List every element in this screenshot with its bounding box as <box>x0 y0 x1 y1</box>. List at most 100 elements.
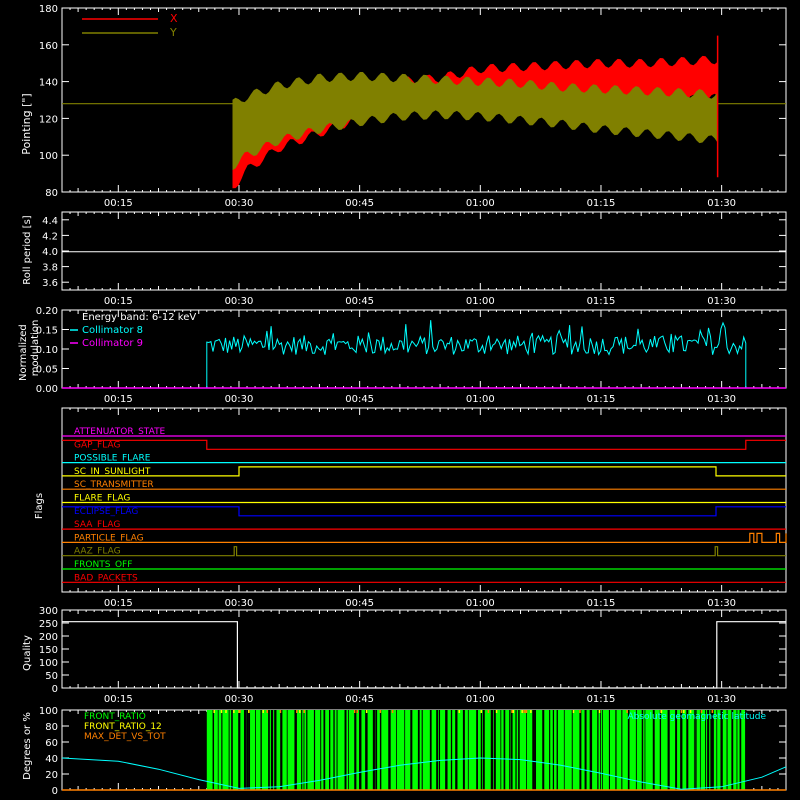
front-ratio-gap <box>476 710 478 790</box>
x-tick-label: 00:15 <box>104 394 133 405</box>
y-tick-label: 80 <box>45 722 58 733</box>
y-tick-label: 0 <box>52 786 58 797</box>
x-tick-label: 01:30 <box>707 394 736 405</box>
front-ratio-gap <box>500 710 502 790</box>
y-tick-label: 60 <box>45 738 58 749</box>
ratio-top-marker <box>511 710 513 713</box>
y-tick-label: 250 <box>39 619 58 630</box>
ratio-top-marker <box>598 710 601 713</box>
x-tick-label: 01:30 <box>707 598 736 609</box>
front-ratio-gap <box>455 710 458 790</box>
ratio-top-marker <box>356 710 358 713</box>
y-tick-label: 100 <box>39 706 58 717</box>
front-ratio-gap <box>372 710 375 790</box>
front-ratio-gap <box>659 710 662 790</box>
front-ratio-gap <box>515 710 517 790</box>
front-ratio-gap <box>417 710 420 790</box>
front-ratio-gap <box>301 710 303 790</box>
front-ratio-gap <box>600 710 602 790</box>
front-ratio-gap <box>490 710 494 790</box>
flag-label-saa-flag: SAA_FLAG <box>74 520 120 530</box>
front-ratio-gap <box>641 710 644 790</box>
legend-label-y: Y <box>169 26 177 39</box>
x-tick-label: 01:30 <box>707 296 736 307</box>
front-ratio-gap <box>270 710 274 790</box>
modulation-ylabel: Normalized modulation <box>18 320 41 381</box>
front-ratio-gap <box>509 710 511 790</box>
front-ratio-gap <box>429 710 432 790</box>
flags-ylabel: Flags <box>34 493 45 519</box>
x-tick-label: 00:30 <box>225 198 254 209</box>
front-ratio-gap <box>635 710 637 790</box>
y-tick-label: 3.8 <box>42 263 58 274</box>
front-ratio-gap <box>699 710 701 790</box>
x-tick-label: 01:15 <box>587 198 616 209</box>
front-ratio-gap <box>396 710 397 790</box>
front-ratio-gap <box>584 710 587 790</box>
ratio-top-marker <box>299 710 301 713</box>
front-ratio-gap <box>421 710 423 790</box>
front-ratio-gap <box>615 710 617 790</box>
front-ratio-gap <box>313 710 316 790</box>
front-ratio-gap <box>511 710 513 790</box>
legend-label-max-det: MAX_DET_VS_TOT <box>84 732 166 742</box>
front-ratio-gap <box>542 710 545 790</box>
front-ratio-gap <box>268 710 270 790</box>
x-tick-label: 01:15 <box>587 598 616 609</box>
front-ratio-gap <box>365 710 368 790</box>
ratio-top-marker <box>239 710 241 713</box>
front-ratio-gap <box>379 710 382 790</box>
x-tick-label: 01:00 <box>466 694 495 705</box>
front-ratio-gap <box>716 710 718 790</box>
front-ratio-gap <box>745 710 747 790</box>
front-ratio-gap <box>388 710 391 790</box>
y-tick-label: 0.00 <box>36 384 58 395</box>
x-tick-label: 01:15 <box>587 394 616 405</box>
front-ratio-gap <box>652 710 655 790</box>
front-ratio-gap <box>243 710 247 790</box>
y-tick-label: 120 <box>39 114 58 125</box>
flag-label-sc-transmitter: SC_TRANSMITTER <box>74 480 154 490</box>
y-tick-label: 80 <box>45 188 58 199</box>
ratio-top-marker <box>296 710 298 713</box>
x-tick-label: 00:15 <box>104 598 133 609</box>
ratio-top-marker <box>353 710 356 713</box>
front-ratio-gap <box>493 710 496 790</box>
front-ratio-gap <box>404 710 406 790</box>
flag-label-bad-packets: BAD_PACKETS <box>74 573 138 583</box>
front-ratio-gap <box>532 710 535 790</box>
front-ratio-gap <box>436 710 439 790</box>
front-ratio-gap <box>712 710 714 790</box>
front-ratio-gap <box>467 710 469 790</box>
front-ratio-gap <box>255 710 256 790</box>
front-ratio-gap <box>462 710 465 790</box>
y-tick-label: 140 <box>39 78 58 89</box>
front-ratio-gap <box>260 710 262 790</box>
y-tick-label: 180 <box>39 4 58 15</box>
front-ratio-gap <box>644 710 646 790</box>
x-tick-label: 00:45 <box>345 694 374 705</box>
x-tick-label: 01:00 <box>466 598 495 609</box>
roll-period-ylabel: Roll period [s] <box>22 215 33 284</box>
front-ratio-gap <box>710 710 713 790</box>
modulation-legend-heading: Energy band: 6-12 keV <box>82 312 196 323</box>
front-ratio-gap <box>680 710 683 790</box>
front-ratio-gap <box>707 710 710 790</box>
y-tick-label: 0 <box>52 684 58 695</box>
front-ratio-gap <box>445 710 448 790</box>
front-ratio-gap <box>217 710 219 790</box>
quality-ylabel: Quality <box>22 635 33 671</box>
front-ratio-gap <box>667 710 670 790</box>
front-ratio-gap <box>563 710 565 790</box>
front-ratio-gap <box>675 710 678 790</box>
ratio-top-marker <box>495 710 498 713</box>
front-ratio-gap <box>695 710 697 790</box>
ratio-top-marker <box>248 710 250 713</box>
ratio-top-marker <box>220 710 223 713</box>
modulation-ylabel-line-1: Normalized <box>18 324 29 381</box>
flag-label-particle-flag: PARTICLE_FLAG <box>74 533 144 543</box>
y-tick-label: 4.2 <box>42 231 58 242</box>
front-ratio-gap <box>450 710 453 790</box>
front-ratio-gap <box>344 710 347 790</box>
x-tick-label: 01:00 <box>466 296 495 307</box>
